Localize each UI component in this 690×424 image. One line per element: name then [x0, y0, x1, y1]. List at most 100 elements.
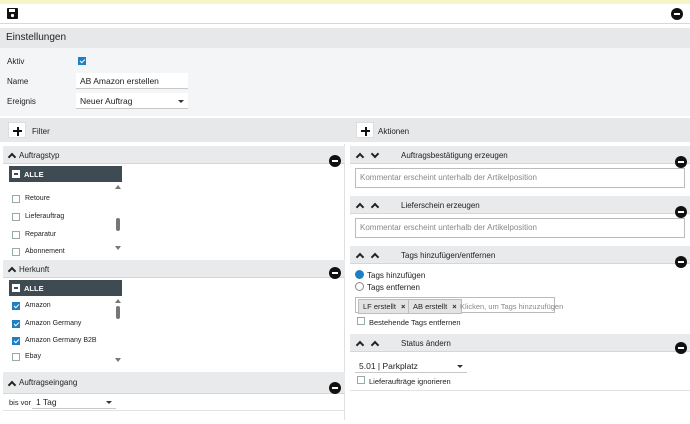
- list-item: Reparatur: [25, 231, 57, 238]
- deselect-all-checkbox[interactable]: [12, 284, 20, 292]
- chevron-up-icon[interactable]: [7, 266, 17, 276]
- amazon-germany-b2b-checkbox[interactable]: [12, 337, 20, 345]
- status-select[interactable]: 5.01 | Parkplatz: [355, 358, 467, 373]
- auftragstyp-list: Retoure Lieferauftrag Reparatur Abonneme…: [9, 182, 122, 256]
- ereignis-label: Ereignis: [7, 97, 36, 106]
- list-item: Retoure: [25, 195, 50, 202]
- herkunft-list: Amazon Amazon Germany Amazon Germany B2B…: [9, 296, 122, 368]
- scroll-down-icon[interactable]: [115, 358, 121, 362]
- amazon-checkbox[interactable]: [12, 302, 20, 310]
- deselect-all-checkbox[interactable]: [12, 170, 20, 178]
- herkunft-header: Herkunft: [3, 260, 345, 279]
- remove-action-icon[interactable]: [675, 256, 687, 268]
- list-item: Amazon Germany: [25, 320, 82, 327]
- name-input[interactable]: AB Amazon erstellen: [76, 73, 188, 89]
- remove-existing-tags-checkbox[interactable]: [357, 317, 365, 325]
- ignore-deliveries-checkbox[interactable]: [357, 376, 365, 384]
- tags-add-label: Tags hinzufügen: [367, 271, 426, 280]
- action-header: Lieferschein erzeugen: [350, 196, 690, 218]
- lieferauftrag-checkbox[interactable]: [12, 213, 20, 221]
- scrollbar-thumb[interactable]: [116, 218, 120, 231]
- tags-input-placeholder: Klicken, um Tags hinzuzufügen: [460, 302, 564, 311]
- ereignis-select[interactable]: Neuer Auftrag: [76, 93, 188, 109]
- filter-label: Filter: [32, 127, 50, 136]
- chevron-up-icon[interactable]: [370, 340, 380, 350]
- actions-label: Aktionen: [378, 127, 410, 136]
- auftragstyp-all-label: ALLE: [24, 170, 44, 179]
- reparatur-checkbox[interactable]: [12, 231, 20, 239]
- remove-action-icon[interactable]: [675, 206, 687, 218]
- amazon-germany-checkbox[interactable]: [12, 320, 20, 328]
- chevron-up-icon[interactable]: [355, 152, 365, 162]
- ebay-checkbox[interactable]: [12, 353, 20, 361]
- chevron-up-icon[interactable]: [370, 202, 380, 212]
- chevron-up-icon[interactable]: [355, 340, 365, 350]
- comment-textarea[interactable]: Kommentar erscheint unterhalb der Artike…: [355, 168, 685, 188]
- close-icon[interactable]: ×: [401, 302, 405, 311]
- auftragseingang-header: Auftragseingang: [3, 372, 345, 394]
- period-select[interactable]: 1 Tag: [32, 394, 116, 409]
- filter-actions-bar: Filter Aktionen: [0, 118, 690, 142]
- ignore-deliveries-label: Lieferaufträge ignorieren: [369, 377, 451, 386]
- list-item: Abonnement: [25, 248, 65, 255]
- divider: [350, 390, 690, 391]
- remove-action-icon[interactable]: [675, 342, 687, 354]
- chevron-down-icon: [457, 365, 463, 368]
- chevron-up-icon[interactable]: [355, 252, 365, 262]
- add-filter-button[interactable]: [8, 122, 26, 138]
- auftragseingang-title: Auftragseingang: [19, 378, 78, 387]
- scroll-up-icon[interactable]: [115, 299, 121, 303]
- settings-header: Einstellungen: [0, 28, 690, 48]
- retoure-checkbox[interactable]: [12, 195, 20, 203]
- list-item: Amazon Germany B2B: [25, 337, 97, 344]
- action-header: Status ändern: [350, 334, 690, 354]
- chevron-down-icon: [106, 401, 112, 404]
- aktiv-checkbox[interactable]: [78, 57, 86, 65]
- remove-existing-tags-label: Bestehende Tags entfernen: [369, 318, 461, 327]
- divider: [3, 410, 345, 411]
- tags-remove-radio[interactable]: [355, 282, 364, 291]
- chevron-up-icon[interactable]: [355, 202, 365, 212]
- scroll-down-icon[interactable]: [115, 246, 121, 250]
- remove-filter-icon[interactable]: [329, 267, 341, 279]
- name-label: Name: [7, 77, 29, 86]
- save-icon[interactable]: [7, 8, 18, 19]
- comment-textarea[interactable]: Kommentar erscheint unterhalb der Artike…: [355, 218, 685, 238]
- herkunft-title: Herkunft: [19, 265, 50, 274]
- tags-input[interactable]: LF erstellt × AB erstellt × Klicken, um …: [355, 297, 563, 314]
- action-title: Lieferschein erzeugen: [401, 201, 480, 210]
- action-header: Auftragsbestätigung erzeugen: [350, 146, 690, 168]
- close-icon[interactable]: [671, 8, 683, 20]
- chevron-up-icon[interactable]: [370, 252, 380, 262]
- scroll-up-icon[interactable]: [115, 185, 121, 189]
- remove-action-icon[interactable]: [675, 156, 687, 168]
- action-title: Status ändern: [401, 339, 451, 348]
- status-value: 5.01 | Parkplatz: [359, 361, 418, 371]
- tag-chip: LF erstellt ×: [358, 299, 411, 314]
- remove-filter-icon[interactable]: [329, 382, 341, 394]
- ereignis-value: Neuer Auftrag: [80, 96, 133, 106]
- auftragstyp-header: Auftragstyp: [3, 146, 345, 167]
- settings-form: Aktiv Name AB Amazon erstellen Ereignis …: [0, 48, 690, 116]
- list-item: Amazon: [25, 302, 51, 309]
- tags-add-radio[interactable]: [355, 270, 364, 279]
- auftragstyp-title: Auftragstyp: [19, 151, 60, 160]
- abonnement-checkbox[interactable]: [12, 248, 20, 256]
- list-item: Lieferauftrag: [25, 213, 65, 220]
- chevron-down-icon[interactable]: [370, 149, 380, 159]
- chevron-down-icon: [178, 100, 184, 103]
- remove-filter-icon[interactable]: [329, 155, 341, 167]
- action-title: Tags hinzufügen/entfernen: [401, 251, 496, 260]
- chevron-up-icon[interactable]: [7, 380, 17, 390]
- close-icon[interactable]: ×: [452, 302, 456, 311]
- tag-chip: AB erstellt ×: [408, 299, 462, 314]
- scrollbar-thumb[interactable]: [116, 306, 120, 319]
- period-value: 1 Tag: [36, 397, 57, 407]
- actions-column: Auftragsbestätigung erzeugen Kommentar e…: [350, 144, 690, 420]
- chevron-up-icon[interactable]: [7, 152, 17, 162]
- add-action-button[interactable]: [356, 122, 374, 138]
- auftragstyp-all-row[interactable]: ALLE: [9, 166, 122, 182]
- herkunft-all-label: ALLE: [24, 284, 44, 293]
- herkunft-all-row[interactable]: ALLE: [9, 280, 122, 296]
- bis-vor-label: bis vor: [9, 398, 32, 407]
